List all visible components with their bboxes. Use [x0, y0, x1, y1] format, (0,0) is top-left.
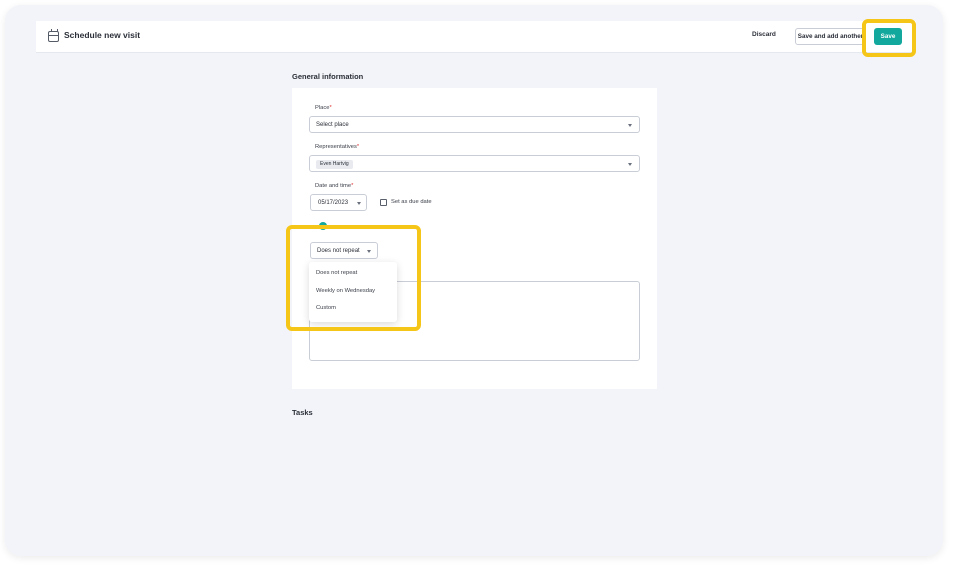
representatives-select[interactable]: Even Hartvig — [309, 155, 640, 172]
repeat-option-custom[interactable]: Custom — [316, 305, 336, 311]
due-date-label: Set as due date — [391, 199, 432, 205]
save-button[interactable]: Save — [874, 28, 902, 45]
date-value: 05/17/2023 — [318, 200, 349, 206]
place-select[interactable]: Select place — [309, 116, 640, 133]
header-bar: Schedule new visit — [36, 21, 916, 53]
general-information-heading: General information — [292, 72, 364, 81]
place-label: Place* — [315, 105, 332, 111]
repeat-select-value: Does not repeat — [317, 248, 360, 254]
repeat-select[interactable]: Does not repeat — [310, 242, 378, 259]
date-time-label: Date and time* — [315, 183, 354, 189]
page-title: Schedule new visit — [64, 30, 141, 40]
date-input[interactable]: 05/17/2023 — [310, 194, 367, 211]
place-select-value: Select place — [316, 122, 349, 128]
chevron-down-icon — [357, 202, 361, 205]
chevron-down-icon — [628, 124, 632, 127]
discard-button[interactable]: Discard — [752, 31, 776, 38]
save-and-add-another-button[interactable]: Save and add another — [795, 28, 866, 45]
representatives-label: Representatives* — [315, 144, 360, 150]
calendar-icon — [48, 29, 59, 42]
repeat-option-does-not-repeat[interactable]: Does not repeat — [316, 270, 357, 276]
toggle-indicator[interactable] — [319, 222, 327, 230]
chevron-down-icon — [628, 163, 632, 166]
chevron-down-icon — [367, 250, 371, 253]
tasks-heading: Tasks — [292, 408, 313, 417]
due-date-checkbox[interactable] — [380, 199, 387, 206]
repeat-dropdown-menu: Does not repeat Weekly on Wednesday Cust… — [309, 262, 397, 322]
repeat-option-weekly[interactable]: Weekly on Wednesday — [316, 288, 375, 294]
representative-chip[interactable]: Even Hartvig — [316, 160, 353, 169]
